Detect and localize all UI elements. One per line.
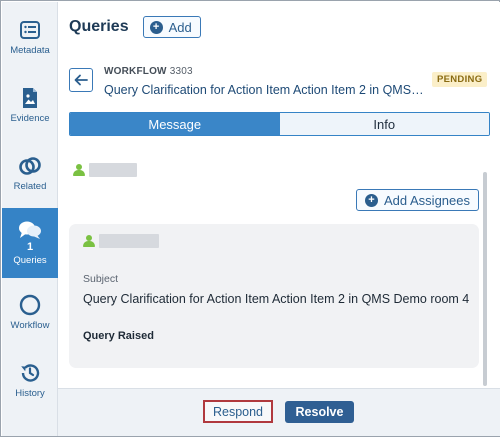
scrollbar-thumb[interactable] xyxy=(483,172,487,386)
arrow-left-icon xyxy=(74,74,88,86)
tab-message[interactable]: Message xyxy=(70,113,280,135)
tab-info[interactable]: Info xyxy=(279,113,489,135)
query-status: Query Raised xyxy=(83,330,154,342)
sidebar-item-workflow[interactable]: Workflow xyxy=(2,277,58,343)
subject-label: Subject xyxy=(83,273,119,285)
circle-icon xyxy=(19,293,41,317)
sidebar-item-queries[interactable]: 1 Queries xyxy=(2,208,58,278)
side-rail: Metadata Evidence Related 1 Queries Work… xyxy=(2,2,58,436)
queries-count-badge: 1 xyxy=(26,241,34,253)
history-icon xyxy=(19,361,41,385)
user-icon xyxy=(73,164,85,176)
query-subject: Query Clarification for Action Item Acti… xyxy=(83,292,470,306)
message-content: + Add Assignees xyxy=(69,144,490,388)
add-query-button[interactable]: + Add xyxy=(142,16,201,38)
sidebar-item-label: Evidence xyxy=(10,113,50,124)
sidebar-item-label: Related xyxy=(13,181,47,192)
card-author-row xyxy=(83,234,159,248)
scrollbar[interactable] xyxy=(483,172,488,386)
add-assignees-button[interactable]: + Add Assignees xyxy=(355,189,479,211)
back-button[interactable] xyxy=(69,68,93,92)
workflow-title[interactable]: Query Clarification for Action Item Acti… xyxy=(104,83,424,97)
sidebar-item-related[interactable]: Related xyxy=(2,138,58,204)
status-badge: PENDING xyxy=(432,72,488,87)
redacted-user-name xyxy=(89,163,137,177)
respond-button[interactable]: Respond xyxy=(203,400,273,423)
link-icon xyxy=(18,154,42,178)
sidebar-item-history[interactable]: History xyxy=(2,345,58,411)
action-footer: Respond Resolve xyxy=(58,388,500,436)
add-assignees-label: Add Assignees xyxy=(383,192,470,208)
redacted-user-name xyxy=(99,234,159,248)
sidebar-item-label: Workflow xyxy=(10,320,50,331)
sidebar-item-label: History xyxy=(15,388,45,399)
workflow-prefix: WORKFLOW xyxy=(104,66,167,77)
sidebar-item-label: Metadata xyxy=(10,45,50,56)
assignee-row xyxy=(73,163,137,177)
workflow-label: WORKFLOW 3303 xyxy=(104,66,193,77)
plus-circle-icon: + xyxy=(149,20,163,34)
evidence-icon xyxy=(22,86,38,110)
sidebar-item-label: Queries xyxy=(13,255,47,266)
page-title: Queries xyxy=(69,18,129,35)
queries-panel: Queries + Add WORKFLOW 3303 Query Clarif… xyxy=(58,2,500,436)
sidebar-item-metadata[interactable]: Metadata xyxy=(2,2,58,68)
app-frame: Metadata Evidence Related 1 Queries Work… xyxy=(0,0,500,437)
user-icon xyxy=(83,235,95,247)
chat-icon xyxy=(18,218,42,242)
workflow-number: 3303 xyxy=(169,66,193,77)
message-info-tabs: Message Info xyxy=(69,112,490,136)
sidebar-item-evidence[interactable]: Evidence xyxy=(2,70,58,136)
metadata-icon xyxy=(20,18,40,42)
panel-header: Queries + Add xyxy=(69,16,201,38)
plus-circle-icon: + xyxy=(364,193,378,207)
add-button-label: Add xyxy=(168,19,192,35)
resolve-button[interactable]: Resolve xyxy=(285,401,354,423)
